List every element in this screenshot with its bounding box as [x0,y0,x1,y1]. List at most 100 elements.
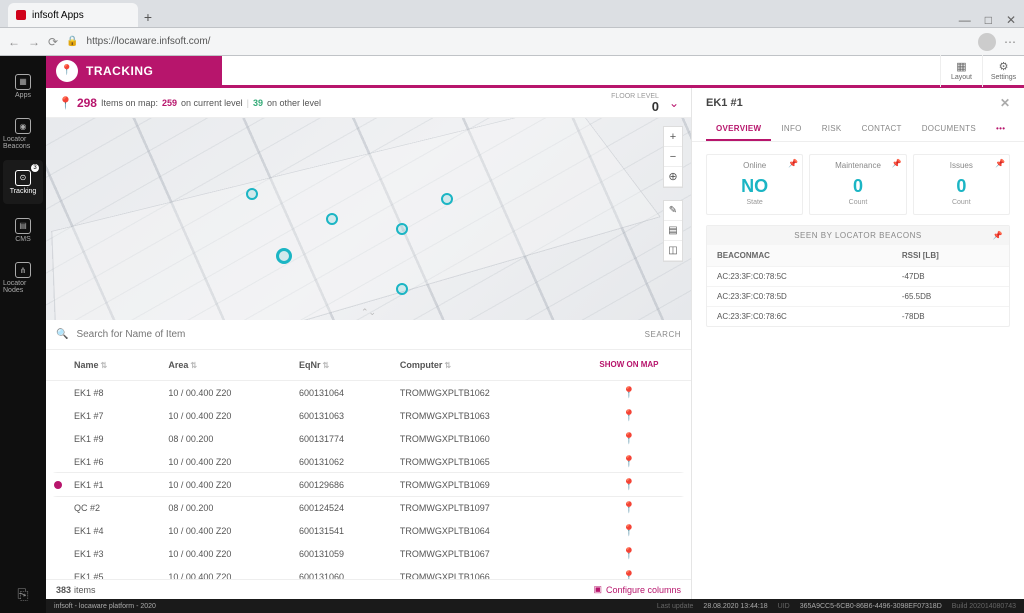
table-row[interactable]: QC #208 / 00.200600124524TROMWGXPLTB1097… [46,496,691,519]
cell-eqnr: 600131541 [291,519,392,542]
sidebar-item-locator-nodes[interactable]: ⋔ Locator Nodes [3,256,43,300]
col-rssi: RSSI [LB] [892,245,1009,267]
show-on-map-button[interactable]: 📍 [567,427,691,450]
locate-icon[interactable]: ⊕ [664,167,682,187]
exit-button[interactable]: ⎘ [7,576,38,613]
table-row[interactable]: EK1 #410 / 00.400 Z20600131541TROMWGXPLT… [46,519,691,542]
cell-eqnr: 600131062 [291,450,392,473]
map-beacon[interactable] [326,213,338,225]
floor-map[interactable]: + − ⊕ ✎ ▤ ◫ ⌃⌄ [46,118,691,320]
pin-icon[interactable]: 📌 [995,159,1005,168]
table-row[interactable]: EK1 #110 / 00.400 Z20600129686TROMWGXPLT… [46,473,691,496]
zoom-out-icon[interactable]: − [664,147,682,167]
show-on-map-button[interactable]: 📍 [567,496,691,519]
table-row[interactable]: EK1 #310 / 00.400 Z20600131059TROMWGXPLT… [46,542,691,565]
detail-panel: EK1 #1 ✕ OVERVIEW INFO RISK CONTACT DOCU… [692,88,1024,599]
col-area[interactable]: Area⇅ [160,350,291,381]
tab-overview[interactable]: OVERVIEW [706,118,771,141]
stat-issues: 📌 Issues 0 Count [913,154,1010,215]
sidebar-item-locator-beacons[interactable]: ◉ Locator Beacons [3,112,43,156]
gear-icon: ▣ [593,584,602,595]
pin-icon[interactable]: 📌 [788,159,798,168]
other-label: on other level [267,98,321,108]
col-name[interactable]: Name⇅ [46,350,160,381]
lock-icon: 🔒 [66,36,78,47]
filter-icon[interactable]: ◫ [664,241,682,261]
close-icon[interactable]: ✕ [1000,96,1010,110]
tracking-pin-icon: 📍 [56,60,78,82]
pin-icon[interactable]: 📌 [993,231,1003,240]
nav-reload-icon[interactable]: ⟳ [48,35,58,49]
browser-tab[interactable]: infsoft Apps [8,3,138,27]
minimize-icon[interactable]: — [959,13,971,27]
items-count: 383 [56,585,71,595]
stat-row: 📌 Online NO State 📌 Maintenance 0 Count [706,154,1010,215]
close-icon[interactable]: ✕ [1006,13,1016,27]
edit-icon[interactable]: ✎ [664,201,682,221]
search-button[interactable]: SEARCH [645,330,681,339]
nav-forward-icon[interactable]: → [28,35,40,49]
tab-documents[interactable]: DOCUMENTS [912,118,986,141]
map-beacon[interactable] [396,223,408,235]
show-on-map-button[interactable]: 📍 [567,565,691,579]
show-on-map-button[interactable]: 📍 [567,381,691,405]
tab-risk[interactable]: RISK [812,118,852,141]
show-on-map-button[interactable]: 📍 [567,473,691,496]
layers-icon[interactable]: ▤ [664,221,682,241]
search-input[interactable] [76,329,636,340]
show-on-map-button[interactable]: 📍 [567,542,691,565]
current-label: on current level [181,98,243,108]
cell-name: EK1 #1 [46,473,160,496]
map-beacon[interactable] [246,188,258,200]
summary-bar: 📍 298 Items on map: 259 on current level… [46,88,691,118]
chevron-down-icon[interactable]: ⌄ [669,96,679,110]
layout-button[interactable]: ▦ Layout [940,55,982,87]
layout-icon: ▦ [956,60,966,73]
browser-address-bar: ← → ⟳ 🔒 https://locaware.infsoft.com/ ⋯ [0,28,1024,56]
zoom-in-icon[interactable]: + [664,127,682,147]
stat-maint-value: 0 [814,176,901,197]
window-controls: — □ ✕ [959,13,1016,27]
cell-name: EK1 #7 [46,404,160,427]
total-label: Items on map: [101,98,158,108]
items-table-wrap[interactable]: Name⇅ Area⇅ EqNr⇅ Computer⇅ SHOW ON MAP … [46,350,691,579]
settings-button[interactable]: ⚙ Settings [982,55,1024,87]
pin-icon[interactable]: 📌 [892,159,902,168]
cell-eqnr: 600131060 [291,565,392,579]
new-tab-button[interactable]: + [138,7,158,27]
col-computer[interactable]: Computer⇅ [392,350,567,381]
configure-columns-button[interactable]: ▣ Configure columns [593,584,681,595]
tab-contact[interactable]: CONTACT [852,118,912,141]
table-row[interactable]: EK1 #610 / 00.400 Z20600131062TROMWGXPLT… [46,450,691,473]
show-on-map-button[interactable]: 📍 [567,519,691,542]
sidebar-item-apps[interactable]: ▦ Apps [3,64,43,108]
sidebar-item-cms[interactable]: ▤ CMS [3,208,43,252]
cell-eqnr: 600131059 [291,542,392,565]
table-row[interactable]: EK1 #908 / 00.200600131774TROMWGXPLTB106… [46,427,691,450]
col-eqnr[interactable]: EqNr⇅ [291,350,392,381]
beacons-panel-title: SEEN BY LOCATOR BEACONS 📌 [707,226,1009,245]
url-text[interactable]: https://locaware.infsoft.com/ [87,36,970,47]
floor-selector[interactable]: FLOOR LEVEL 0 [611,93,659,113]
map-beacon[interactable] [441,193,453,205]
nav-back-icon[interactable]: ← [8,35,20,49]
table-footer: 383 items ▣ Configure columns [46,579,691,599]
user-avatar[interactable] [978,33,996,51]
cell-name: EK1 #3 [46,542,160,565]
table-row[interactable]: EK1 #710 / 00.400 Z20600131063TROMWGXPLT… [46,404,691,427]
cell-rssi: -65.5DB [892,287,1009,307]
maximize-icon[interactable]: □ [985,13,992,27]
table-row[interactable]: EK1 #510 / 00.400 Z20600131060TROMWGXPLT… [46,565,691,579]
map-beacon-selected[interactable] [276,248,292,264]
tab-more[interactable]: ••• [986,118,1015,141]
items-count-label: items [74,585,96,595]
browser-menu-icon[interactable]: ⋯ [1004,35,1016,49]
resize-handle-icon[interactable]: ⌃⌄ [361,307,376,318]
table-row[interactable]: EK1 #810 / 00.400 Z20600131064TROMWGXPLT… [46,381,691,405]
show-on-map-button[interactable]: 📍 [567,404,691,427]
show-on-map-button[interactable]: 📍 [567,450,691,473]
tab-info[interactable]: INFO [771,118,811,141]
map-beacon[interactable] [396,283,408,295]
cell-area: 10 / 00.400 Z20 [160,473,291,496]
sidebar-item-tracking[interactable]: 3 ⊙ Tracking [3,160,43,204]
